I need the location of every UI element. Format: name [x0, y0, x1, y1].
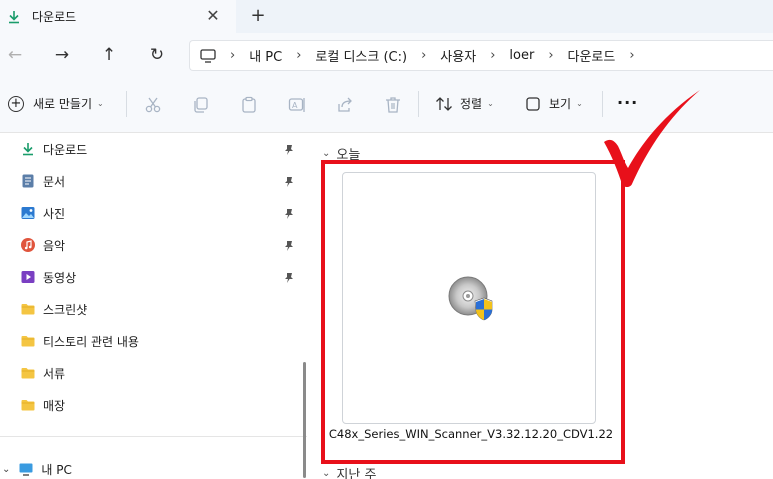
pictures-icon — [21, 207, 35, 219]
sidebar-item-label: 동영상 — [43, 270, 77, 285]
download-icon — [9, 10, 19, 23]
tab-downloads[interactable]: 다운로드 ✕ — [0, 0, 236, 33]
breadcrumb-separator: › — [629, 48, 635, 63]
sort-icon — [436, 96, 452, 111]
share-icon[interactable] — [336, 96, 354, 114]
toolbar-divider — [126, 91, 127, 117]
sidebar-divider — [0, 436, 307, 437]
file-list: ⌄ 오늘 C48x_Series_WIN_Scanner_V3.32.12.20… — [310, 90, 773, 479]
sidebar-item-downloads[interactable]: 다운로드 — [20, 137, 87, 161]
breadcrumb-separator: › — [421, 48, 427, 63]
sort-button[interactable]: 정렬 ⌄ — [435, 95, 494, 112]
chevron-down-icon: ⌄ — [97, 99, 104, 108]
toolbar-divider — [418, 91, 419, 117]
refresh-button[interactable]: ↻ — [146, 45, 168, 65]
breadcrumb-separator: › — [548, 48, 554, 63]
forward-button[interactable]: → — [51, 45, 73, 65]
sidebar-item-music[interactable]: 음악 — [20, 233, 65, 257]
sidebar-item-label: 매장 — [43, 398, 66, 413]
folder-icon — [21, 400, 35, 411]
rename-icon[interactable]: A — [288, 96, 306, 114]
sidebar-item-documents-folder[interactable]: 서류 — [20, 361, 65, 385]
sidebar-scrollbar[interactable] — [303, 362, 306, 478]
sidebar-item-documents[interactable]: 문서 — [20, 169, 65, 193]
sidebar-item-screenshots[interactable]: 스크린샷 — [20, 297, 87, 321]
view-button[interactable]: 보기 ⌄ — [525, 95, 583, 112]
breadcrumb-separator: › — [490, 48, 496, 63]
breadcrumb-downloads[interactable]: 다운로드 — [568, 46, 616, 65]
chevron-down-icon: ⌄ — [322, 468, 331, 479]
sidebar-item-label: 다운로드 — [43, 142, 88, 157]
pin-icon[interactable] — [283, 176, 295, 188]
tab-title: 다운로드 — [32, 10, 77, 24]
pc-icon — [19, 463, 33, 476]
chevron-down-icon: ⌄ — [487, 99, 494, 108]
checkmark-icon — [604, 90, 700, 187]
folder-icon — [21, 368, 35, 379]
paste-icon[interactable] — [240, 96, 258, 114]
sidebar-item-label: 사진 — [43, 206, 66, 221]
group-label: 지난 주 — [336, 468, 377, 479]
copy-icon[interactable] — [192, 96, 210, 114]
pin-icon[interactable] — [283, 144, 295, 156]
delete-icon[interactable] — [384, 96, 402, 114]
sidebar-item-label: 문서 — [43, 174, 66, 189]
group-header-last-week[interactable]: ⌄ 지난 주 — [322, 464, 376, 479]
sidebar-item-this-pc[interactable]: ⌄ 내 PC — [2, 457, 72, 479]
up-button[interactable]: ↑ — [98, 45, 120, 65]
pin-icon[interactable] — [283, 272, 295, 284]
video-icon — [21, 271, 35, 283]
breadcrumb-users[interactable]: 사용자 — [440, 46, 476, 65]
plus-circle-icon: + — [8, 95, 24, 112]
pin-icon[interactable] — [283, 240, 295, 252]
new-tab-button[interactable]: + — [248, 6, 268, 26]
breadcrumb-local-disk[interactable]: 로컬 디스크 (C:) — [315, 46, 407, 65]
breadcrumb-separator: › — [230, 48, 236, 63]
chevron-down-icon[interactable]: ⌄ — [2, 464, 10, 475]
cut-icon[interactable] — [144, 96, 162, 114]
sidebar-item-store[interactable]: 매장 — [20, 393, 65, 417]
highlight-box — [321, 160, 625, 464]
navigation-bar: ← → ↑ ↻ › 내 PC › 로컬 디스크 (C:) › 사용자 › loe… — [0, 33, 773, 77]
sidebar-item-label: 음악 — [43, 238, 66, 253]
sidebar-item-pictures[interactable]: 사진 — [20, 201, 65, 225]
document-icon — [22, 174, 34, 188]
monitor-icon — [200, 48, 216, 63]
tab-bar: 다운로드 ✕ + — [0, 0, 773, 33]
sort-label: 정렬 — [460, 97, 483, 111]
sidebar-item-label: 서류 — [43, 366, 66, 381]
svg-text:A: A — [292, 101, 298, 110]
new-button[interactable]: + 새로 만들기 ⌄ — [8, 95, 104, 112]
new-button-label: 새로 만들기 — [33, 97, 93, 111]
chevron-down-icon: ⌄ — [576, 99, 583, 108]
address-bar[interactable]: › 내 PC › 로컬 디스크 (C:) › 사용자 › loer › 다운로드… — [189, 40, 773, 71]
folder-icon — [21, 336, 35, 347]
close-tab-icon[interactable]: ✕ — [205, 8, 221, 24]
sidebar-item-label: 내 PC — [41, 462, 72, 477]
breadcrumb-separator: › — [296, 48, 302, 63]
music-icon — [21, 238, 35, 252]
breadcrumb-user[interactable]: loer — [509, 48, 534, 63]
navigation-pane: 다운로드 문서 사진 음악 동영상 스크린샷 티스토리 관련 내용 서류 매장 … — [0, 134, 307, 479]
sidebar-item-label: 스크린샷 — [43, 302, 88, 317]
download-icon — [23, 143, 33, 156]
back-button[interactable]: ← — [4, 45, 26, 65]
folder-icon — [21, 304, 35, 315]
chevron-down-icon: ⌄ — [322, 148, 331, 159]
breadcrumb-this-pc[interactable]: 내 PC — [249, 46, 282, 65]
sidebar-item-label: 티스토리 관련 내용 — [43, 334, 139, 349]
pin-icon[interactable] — [283, 208, 295, 220]
sidebar-item-tistory[interactable]: 티스토리 관련 내용 — [20, 329, 139, 353]
view-label: 보기 — [549, 97, 572, 111]
view-icon — [526, 96, 540, 111]
sidebar-item-videos[interactable]: 동영상 — [20, 265, 76, 289]
